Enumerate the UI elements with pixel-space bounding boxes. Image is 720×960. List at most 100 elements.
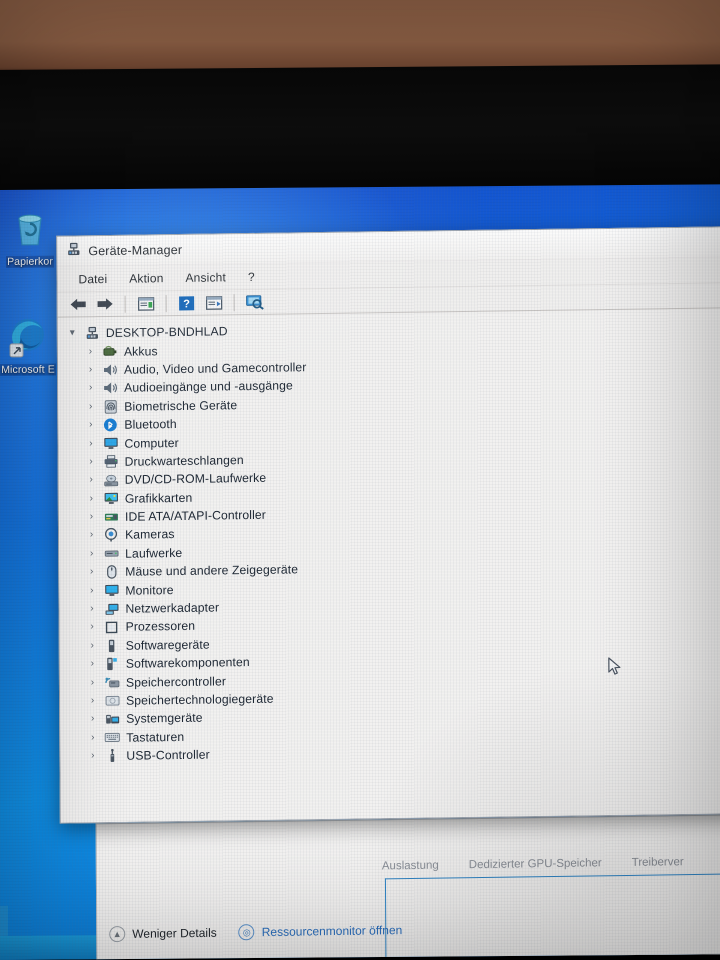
tree-item-label: Tastaturen: [126, 729, 185, 745]
menu-item-aktion[interactable]: Aktion: [118, 268, 174, 289]
device-manager-icon: [66, 241, 81, 261]
scan-hardware-button[interactable]: [243, 291, 267, 313]
chevron-right-icon[interactable]: ›: [87, 658, 98, 669]
monitor-photograph: Papierkor Microsoft E Auslastung Dedizie…: [0, 0, 720, 960]
speaker-icon: [102, 381, 118, 396]
tree-item-label: Akkus: [123, 343, 158, 359]
tree-item-label: Laufwerke: [125, 545, 183, 561]
tree-root-label: DESKTOP-BNDHLAD: [105, 324, 228, 341]
chevron-right-icon[interactable]: ›: [86, 456, 97, 467]
keyboard-icon: [104, 730, 120, 745]
edge-icon: [0, 314, 60, 361]
tree-item-label: Speichertechnologiegeräte: [126, 691, 274, 708]
desktop-icon-microsoft-edge[interactable]: Microsoft E: [0, 314, 60, 379]
mouse-icon: [103, 565, 119, 580]
help-button[interactable]: ?: [175, 292, 199, 314]
monitor-icon: [102, 436, 118, 451]
monitor-bezel: [0, 64, 720, 196]
resource-monitor-link[interactable]: ◎ Ressourcenmonitor öffnen: [238, 922, 403, 941]
speaker-icon: [102, 362, 118, 377]
tree-item-label: Audio, Video und Gamecontroller: [123, 360, 307, 377]
tree-item-label: Grafikkarten: [124, 490, 193, 506]
monitor-screen: Papierkor Microsoft E Auslastung Dedizie…: [0, 184, 720, 960]
disc-drive-icon: [103, 473, 119, 488]
toolbar-separator: [165, 294, 167, 312]
ide-controller-icon: [103, 509, 119, 524]
chevron-right-icon[interactable]: ›: [86, 530, 97, 541]
menu-item-ansicht[interactable]: Ansicht: [174, 267, 237, 288]
chevron-right-icon[interactable]: ›: [86, 475, 97, 486]
window-title: Geräte-Manager: [88, 242, 183, 258]
resource-monitor-icon: ◎: [238, 924, 255, 941]
tree-item-label: IDE ATA/ATAPI-Controller: [124, 507, 266, 524]
taskbar-strip-edge: [0, 905, 8, 936]
chevron-right-icon[interactable]: ›: [87, 695, 98, 706]
chevron-right-icon[interactable]: ›: [87, 732, 98, 743]
software-component-icon: [104, 657, 120, 672]
network-adapter-icon: [103, 601, 119, 616]
task-manager-detail-panel: [384, 872, 720, 960]
desktop-icon-recycle-bin[interactable]: Papierkor: [0, 206, 62, 271]
chevron-right-icon[interactable]: ›: [86, 566, 97, 577]
system-device-icon: [104, 712, 120, 727]
task-manager-window[interactable]: Auslastung Dedizierter GPU-Speicher Trei…: [95, 813, 720, 960]
menu-item-hilfe[interactable]: ?: [237, 266, 266, 286]
computer-root-icon: [84, 326, 100, 341]
chevron-right-icon[interactable]: ›: [87, 750, 98, 761]
display-adapter-icon: [103, 491, 119, 506]
fewer-details-label: Weniger Details: [132, 925, 217, 941]
forward-button[interactable]: [93, 293, 117, 315]
chevron-right-icon[interactable]: ›: [85, 401, 96, 412]
chevron-right-icon[interactable]: ›: [87, 640, 98, 651]
tree-item-label: Mäuse und andere Zeigegeräte: [125, 562, 299, 580]
fewer-details-button[interactable]: ▲ Weniger Details: [109, 925, 217, 943]
chevron-right-icon[interactable]: ›: [87, 677, 98, 688]
menu-item-datei[interactable]: Datei: [67, 268, 118, 289]
desktop-icon-label: Papierkor: [6, 255, 54, 268]
recycle-bin-icon: [0, 206, 62, 253]
usb-icon: [104, 748, 120, 763]
update-driver-button[interactable]: [202, 291, 226, 313]
storage-controller-icon: [104, 675, 120, 690]
tree-item-label: Kameras: [125, 527, 175, 543]
tree-item-label: Monitore: [125, 582, 174, 598]
tree-item-label: Speichercontroller: [125, 673, 227, 690]
storage-tech-icon: [104, 693, 120, 708]
resource-monitor-label: Ressourcenmonitor öffnen: [261, 923, 403, 940]
chevron-right-icon[interactable]: ›: [87, 622, 98, 633]
chevron-right-icon[interactable]: ›: [85, 383, 96, 394]
back-button[interactable]: [66, 293, 90, 315]
chevron-right-icon[interactable]: ›: [85, 364, 96, 375]
chevron-right-icon[interactable]: ›: [86, 511, 97, 522]
software-device-icon: [104, 638, 120, 653]
chevron-right-icon[interactable]: ›: [86, 603, 97, 614]
svg-text:?: ?: [183, 298, 190, 310]
bluetooth-icon: [102, 417, 118, 432]
desktop-icon-label: Microsoft E: [0, 363, 56, 376]
processor-icon: [104, 620, 120, 635]
toolbar-separator: [233, 293, 235, 311]
tree-item-label: Softwarekomponenten: [125, 655, 250, 671]
monitor-icon: [103, 583, 119, 598]
chevron-up-circle-icon: ▲: [109, 925, 126, 943]
tree-item-label: Softwaregeräte: [125, 637, 210, 653]
chevron-right-icon[interactable]: ›: [86, 493, 97, 504]
tree-item-label: Biometrische Geräte: [124, 397, 238, 414]
device-manager-window[interactable]: Geräte-Manager Datei Aktion Ansicht ? ? …: [56, 225, 720, 824]
tree-item-label: DVD/CD-ROM-Laufwerke: [124, 471, 267, 488]
chevron-right-icon[interactable]: ›: [85, 438, 96, 449]
chevron-right-icon[interactable]: ›: [85, 346, 96, 357]
toolbar-separator: [124, 295, 126, 313]
disk-drive-icon: [103, 546, 119, 561]
task-manager-footer: ▲ Weniger Details ◎ Ressourcenmonitor öf…: [109, 922, 403, 943]
chevron-right-icon[interactable]: ›: [85, 419, 96, 430]
properties-button[interactable]: [134, 292, 158, 314]
chevron-right-icon[interactable]: ›: [86, 548, 97, 559]
device-tree[interactable]: ▾ DESKTOP-BNDHLAD › Akkus › Audio, Video…: [57, 308, 720, 823]
fingerprint-icon: [102, 399, 118, 414]
tree-item-label: Computer: [124, 435, 179, 451]
chevron-down-icon[interactable]: ▾: [67, 328, 78, 339]
camera-icon: [103, 528, 119, 543]
chevron-right-icon[interactable]: ›: [87, 714, 98, 725]
chevron-right-icon[interactable]: ›: [86, 585, 97, 596]
